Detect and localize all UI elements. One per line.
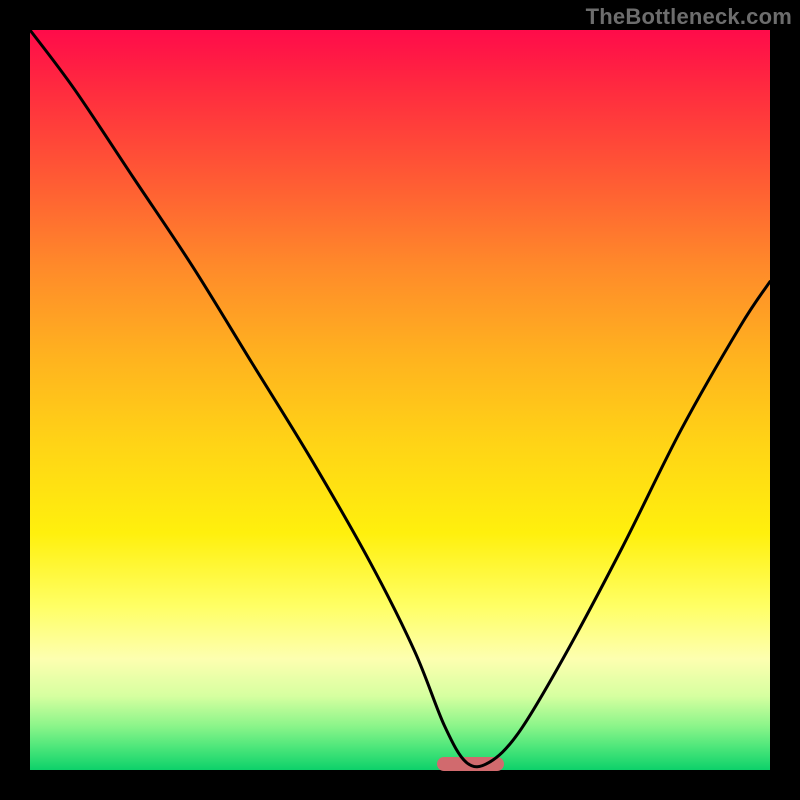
bottleneck-curve (30, 30, 770, 770)
plot-area (30, 30, 770, 770)
watermark-text: TheBottleneck.com (586, 4, 792, 30)
chart-frame: TheBottleneck.com (0, 0, 800, 800)
